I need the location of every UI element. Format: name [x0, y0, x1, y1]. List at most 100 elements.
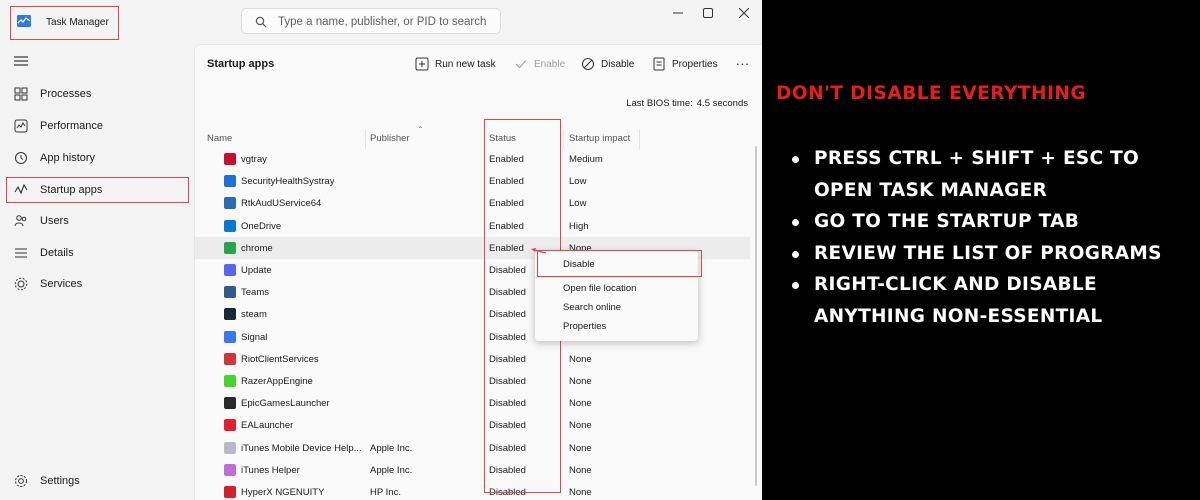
- publisher-cell: HP Inc.: [370, 487, 401, 498]
- disable-button[interactable]: Disable: [581, 55, 634, 73]
- table-row[interactable]: RazerAppEngine Disabled None: [195, 370, 750, 392]
- startup-impact-cell: None: [569, 487, 592, 498]
- app-name-cell: RiotClientServices: [241, 353, 319, 365]
- details-icon: [15, 248, 27, 258]
- startup-impact-cell: None: [569, 398, 592, 410]
- app-name-cell: RtkAudUService64: [241, 198, 322, 210]
- bios-time: Last BIOS time: 4.5 seconds: [626, 98, 748, 109]
- maximize-button[interactable]: [695, 4, 721, 22]
- settings-gear-icon: [15, 475, 27, 487]
- startup-impact-cell: None: [569, 464, 592, 476]
- tips-list: PRESS CTRL + SHIFT + ESC TO OPEN TASK MA…: [790, 143, 1190, 332]
- app-icon: [224, 308, 236, 321]
- startup-impact-cell: None: [569, 442, 592, 454]
- more-options-icon: ...: [736, 52, 750, 68]
- table-row[interactable]: iTunes Mobile Device Help... Apple Inc. Di…: [195, 437, 750, 459]
- task-manager-window: Task Manager Processes Performance: [0, 0, 762, 500]
- context-menu-properties[interactable]: Properties: [563, 321, 606, 332]
- app-icon: [224, 352, 236, 365]
- startup-impact-cell: Low: [569, 198, 587, 210]
- sidebar-item-users[interactable]: Users: [6, 208, 188, 234]
- app-icon: [224, 463, 236, 476]
- column-divider[interactable]: [639, 129, 640, 149]
- app-name-cell: chrome: [241, 242, 273, 254]
- sidebar-item-label: App history: [40, 152, 96, 164]
- app-icon: [224, 397, 236, 410]
- column-divider[interactable]: [563, 129, 564, 149]
- search-box[interactable]: [241, 8, 501, 34]
- publisher-cell: Apple Inc.: [370, 464, 413, 476]
- disable-label: Disable: [601, 58, 635, 70]
- app-history-icon: [15, 152, 27, 164]
- app-name-cell: steam: [241, 309, 267, 321]
- users-icon: [14, 215, 27, 227]
- app-name-cell: EALauncher: [241, 420, 294, 432]
- startup-impact-cell: High: [569, 220, 589, 232]
- context-menu-search-online[interactable]: Search online: [563, 302, 621, 313]
- context-menu-open-file-location[interactable]: Open file location: [563, 283, 636, 294]
- column-divider[interactable]: [365, 129, 366, 149]
- table-header: Name ⌃ Publisher Status Startup impact: [195, 125, 750, 149]
- startup-impact-cell: None: [569, 420, 592, 432]
- close-button[interactable]: [731, 4, 757, 22]
- startup-impact-cell: None: [569, 376, 592, 387]
- table-row[interactable]: EpicGamesLauncher Disabled None: [195, 392, 750, 414]
- search-input[interactable]: [278, 12, 493, 31]
- properties-icon: [653, 57, 665, 71]
- sidebar-item-settings[interactable]: Settings: [6, 468, 188, 494]
- app-icon: [224, 219, 236, 232]
- app-name-cell: iTunes Helper: [241, 464, 300, 476]
- app-icon: [224, 175, 236, 188]
- table-row[interactable]: HyperX NGENUITY HP Inc. Disabled None: [195, 481, 750, 500]
- bios-time-value: 4.5 seconds: [696, 98, 748, 109]
- run-new-task-button[interactable]: Run new task: [415, 55, 496, 73]
- tip-item: PRESS CTRL + SHIFT + ESC TO OPEN TASK MA…: [790, 143, 1190, 206]
- table-row[interactable]: OneDrive Enabled High: [195, 215, 750, 237]
- vertical-scrollbar[interactable]: [754, 146, 758, 486]
- app-icon: [224, 264, 236, 276]
- hamburger-menu-icon[interactable]: [14, 55, 28, 67]
- column-header-publisher[interactable]: Publisher: [370, 133, 410, 144]
- sidebar-item-label: Settings: [40, 475, 80, 487]
- publisher-cell: Apple Inc.: [370, 442, 413, 454]
- table-row[interactable]: RtkAudUService64 Enabled Low: [195, 192, 750, 214]
- context-menu-divider: [535, 277, 698, 278]
- sidebar-item-label: Processes: [40, 88, 92, 100]
- checkmark-icon: [515, 60, 527, 69]
- table-row[interactable]: SecurityHealthSystray Enabled Low: [195, 170, 750, 192]
- tip-item: REVIEW THE LIST OF PROGRAMS: [790, 238, 1190, 270]
- bios-time-label: Last BIOS time:: [626, 98, 693, 109]
- enable-button[interactable]: Enable: [514, 55, 565, 73]
- app-name-cell: HyperX NGENUITY: [241, 487, 325, 498]
- sidebar-item-app-history[interactable]: App history: [6, 145, 188, 171]
- table-row[interactable]: RiotClientServices Disabled None: [195, 348, 750, 370]
- column-header-name[interactable]: Name: [207, 133, 232, 144]
- table-row[interactable]: EALauncher Disabled None: [195, 414, 750, 436]
- sidebar-item-processes[interactable]: Processes: [6, 81, 188, 107]
- app-icon: [224, 241, 236, 254]
- sidebar-item-details[interactable]: Details: [6, 240, 188, 266]
- more-options-button[interactable]: ...: [736, 51, 750, 69]
- startup-impact-cell: Medium: [569, 154, 603, 165]
- minimize-icon: [673, 12, 683, 14]
- sort-up-icon: ⌃: [417, 125, 424, 134]
- table-row[interactable]: vgtray Enabled Medium: [195, 148, 750, 170]
- sidebar-item-performance[interactable]: Performance: [6, 113, 188, 139]
- app-icon: [224, 441, 236, 454]
- close-icon: [739, 8, 749, 18]
- sidebar-item-label: Performance: [40, 120, 103, 132]
- startup-apps-highlight-box: [6, 177, 189, 203]
- tips-panel: DON'T DISABLE EVERYTHING PRESS CTRL + SH…: [762, 0, 1200, 500]
- sidebar-item-services[interactable]: Services: [6, 271, 188, 297]
- app-name-cell: Signal: [241, 331, 268, 343]
- app-name-cell: vgtray: [241, 154, 267, 165]
- tips-heading: DON'T DISABLE EVERYTHING: [776, 83, 1087, 104]
- disable-icon: [582, 58, 594, 70]
- table-row[interactable]: iTunes Helper Apple Inc. Disabled None: [195, 459, 750, 481]
- column-header-impact[interactable]: Startup impact: [569, 133, 630, 144]
- run-new-task-label: Run new task: [435, 58, 496, 70]
- properties-button[interactable]: Properties: [652, 55, 718, 73]
- minimize-button[interactable]: [665, 4, 691, 22]
- properties-label: Properties: [672, 58, 718, 70]
- tip-item: RIGHT-CLICK AND DISABLE ANYTHING NON-ESS…: [790, 269, 1190, 332]
